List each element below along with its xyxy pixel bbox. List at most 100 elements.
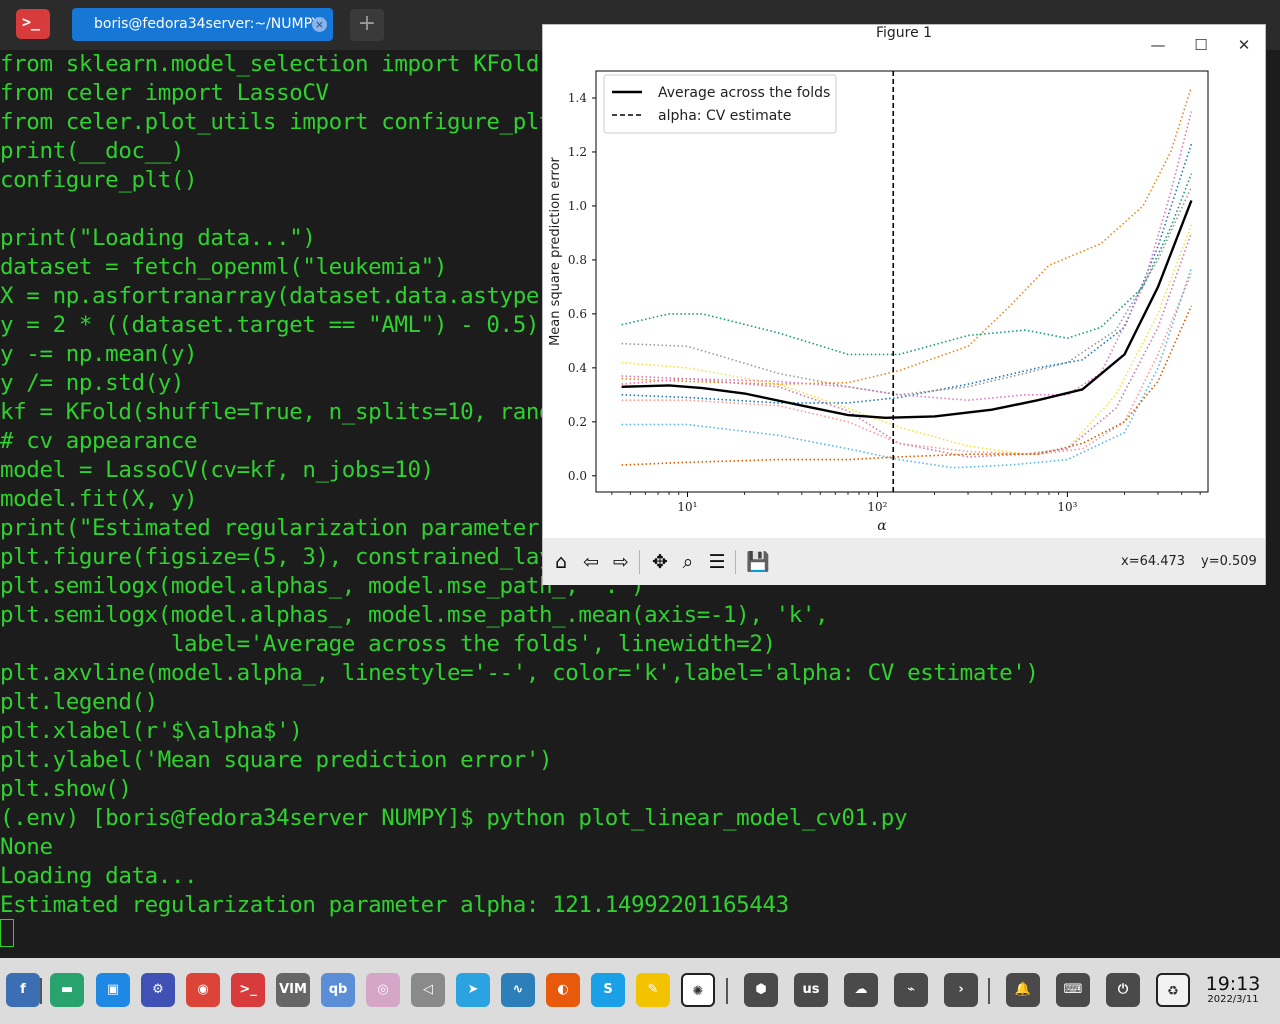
terminal-line: print("Estimated regularization paramete… [0, 515, 539, 541]
terminal-line: plt.semilogx(model.alphas_, model.mse_pa… [0, 602, 829, 628]
taskbar-divider [40, 978, 42, 1004]
legend-box [603, 74, 837, 134]
terminal-tab-title: boris@fedora34server:~/NUMPY [94, 16, 321, 32]
coordinate-y-readout: y=0.509 [1201, 554, 1257, 569]
terminal-line: from celer.plot_utils import configure_p… [0, 109, 553, 135]
y-tick-label: 1.0 [568, 199, 587, 213]
y-axis-label: Mean square prediction error [548, 156, 563, 345]
y-tick-label: 0.2 [568, 415, 587, 429]
x-axis-label: α [877, 518, 887, 534]
terminal-line: # cv appearance [0, 428, 198, 454]
trash-icon[interactable]: ♻ [1156, 973, 1190, 1007]
clock-date[interactable]: 2022/3/11 [1200, 994, 1266, 1005]
terminal-line: label='Average across the folds', linewi… [0, 631, 776, 657]
network-icon[interactable]: ⌁ [894, 973, 928, 1007]
chart-svg: 0.0 0.2 0.4 0.6 0.8 1.0 1.2 1.4 10¹ 10² 10³ α Mean s… [548, 70, 1209, 534]
settings-icon[interactable]: ⚙ [141, 973, 175, 1007]
pan-icon[interactable]: ✥ [646, 548, 674, 576]
terminal-icon[interactable]: >_ [231, 973, 265, 1007]
save-icon[interactable]: 💾 [744, 548, 772, 576]
toolbar-divider [639, 550, 640, 574]
terminal-line: dataset = fetch_openml("leukemia") [0, 254, 447, 280]
plot-frame [595, 70, 1209, 493]
terminal-line: configure_plt() [0, 167, 198, 193]
keyboard-layout-icon[interactable]: us [794, 973, 828, 1007]
terminal-line: X = np.asfortranarray(dataset.data.astyp… [0, 283, 553, 309]
apps-icon[interactable]: ✺ [681, 973, 715, 1007]
terminal-line: plt.ylabel('Mean square prediction error… [0, 747, 553, 773]
taskbar: f ▬ ▣ ⚙ ◉ >_ VIM qb ◎ ◁ ➤ ∿ ◐ S ✎ ✺ ⬢ us ☁ ⌁ › 🔔 ⌨ ⏻ ♻ 19:13 202… [0, 958, 1280, 1024]
terminal-line: plt.axvline(model.alpha_, linestyle='--'… [0, 660, 1039, 686]
qbittorrent-icon[interactable]: qb [321, 973, 355, 1007]
speaker-icon[interactable]: ◁ [411, 973, 445, 1007]
terminal-line: Loading data... [0, 863, 198, 889]
x-tick-label: 10² [867, 500, 887, 514]
terminal-line: y -= np.mean(y) [0, 341, 198, 367]
terminal-cursor [0, 919, 14, 947]
x-tick-label: 10¹ [677, 500, 697, 514]
y-tick-label: 1.4 [568, 91, 587, 105]
terminal-line: y = 2 * ((dataset.target == "AML") - 0.5… [0, 312, 539, 338]
y-tick-label: 1.2 [568, 145, 587, 159]
fedora-icon[interactable]: f [6, 973, 40, 1007]
terminal-line: model = LassoCV(cv=kf, n_jobs=10) [0, 457, 434, 483]
terminal-line: Estimated regularization parameter alpha… [0, 892, 789, 918]
terminal-line: from celer import LassoCV [0, 80, 329, 106]
weather-icon[interactable]: ☁ [844, 973, 878, 1007]
monitor-icon[interactable]: ∿ [501, 973, 535, 1007]
store-icon[interactable]: ▣ [96, 973, 130, 1007]
close-icon[interactable]: × [312, 17, 327, 32]
terminal-app-icon[interactable]: >_ [16, 9, 50, 39]
terminal-line: plt.show() [0, 776, 132, 802]
taskbar-divider [726, 978, 728, 1004]
terminal-line: print("Loading data...") [0, 225, 316, 251]
y-tick-label: 0.6 [568, 307, 587, 321]
terminal-line: None [0, 834, 53, 860]
terminal-line: print(__doc__) [0, 138, 185, 164]
y-tick-label: 0.0 [568, 469, 587, 483]
skype-icon[interactable]: S [591, 973, 625, 1007]
zoom-icon[interactable]: ⌕ [674, 548, 702, 576]
coordinate-x-readout: x=64.473 [1121, 554, 1186, 569]
package-icon[interactable]: ⬢ [744, 973, 778, 1007]
notification-icon[interactable]: 🔔 [1006, 973, 1040, 1007]
back-icon[interactable]: ⇦ [577, 548, 605, 576]
legend-cv-label: alpha: CV estimate [658, 108, 791, 124]
terminal-line: model.fit(X, y) [0, 486, 198, 512]
expand-icon[interactable]: › [944, 973, 978, 1007]
x-tick-label: 10³ [1057, 500, 1077, 514]
toolbar-divider [735, 550, 736, 574]
terminal-line: y /= np.std(y) [0, 370, 185, 396]
new-tab-button[interactable]: + [350, 9, 384, 41]
configure-icon[interactable]: ☰ [703, 548, 731, 576]
vim-icon[interactable]: VIM [276, 973, 310, 1007]
notes-icon[interactable]: ✎ [636, 973, 670, 1007]
terminal-line: (.env) [boris@fedora34server NUMPY]$ pyt… [0, 805, 908, 831]
keyboard-icon[interactable]: ⌨ [1056, 973, 1090, 1007]
terminal-line: kf = KFold(shuffle=True, n_splits=10, ra… [0, 399, 553, 425]
telegram-icon[interactable]: ➤ [456, 973, 490, 1007]
figure-toolbar: ⌂ ⇦ ⇨ ✥ ⌕ ☰ 💾 x=64.473 y=0.509 [543, 538, 1265, 585]
minimize-icon[interactable]: — [1143, 31, 1173, 59]
firefox-icon[interactable]: ◐ [546, 973, 580, 1007]
files-icon[interactable]: ▬ [50, 973, 84, 1007]
legend-mean-label: Average across the folds [658, 85, 830, 101]
terminal-line: plt.legend() [0, 689, 158, 715]
y-tick-label: 0.8 [568, 253, 587, 267]
disc-icon[interactable]: ◎ [366, 973, 400, 1007]
terminal-line: from sklearn.model_selection import KFol… [0, 51, 539, 77]
home-icon[interactable]: ⌂ [547, 548, 575, 576]
close-icon[interactable]: ✕ [1229, 31, 1259, 59]
taskbar-divider [988, 978, 990, 1004]
plot-area[interactable]: 0.0 0.2 0.4 0.6 0.8 1.0 1.2 1.4 10¹ 10² 10³ α Mean s… [543, 65, 1265, 538]
terminal-line: plt.xlabel(r'$\alpha$') [0, 718, 303, 744]
clock-time[interactable]: 19:13 [1200, 973, 1266, 995]
figure-window[interactable]: Figure 1 — ☐ ✕ 0.0 0.2 0.4 0.6 0.8 1.0 1.2 1.4 1… [542, 24, 1266, 585]
y-tick-label: 0.4 [568, 361, 587, 375]
terminal-tab[interactable]: boris@fedora34server:~/NUMPY × [72, 8, 333, 41]
terminal-line: plt.figure(figsize=(5, 3), constrained_l… [0, 544, 553, 570]
power-icon[interactable]: ⏻ [1106, 973, 1140, 1007]
forward-icon[interactable]: ⇨ [607, 548, 635, 576]
maximize-icon[interactable]: ☐ [1186, 31, 1216, 59]
chrome-icon[interactable]: ◉ [186, 973, 220, 1007]
